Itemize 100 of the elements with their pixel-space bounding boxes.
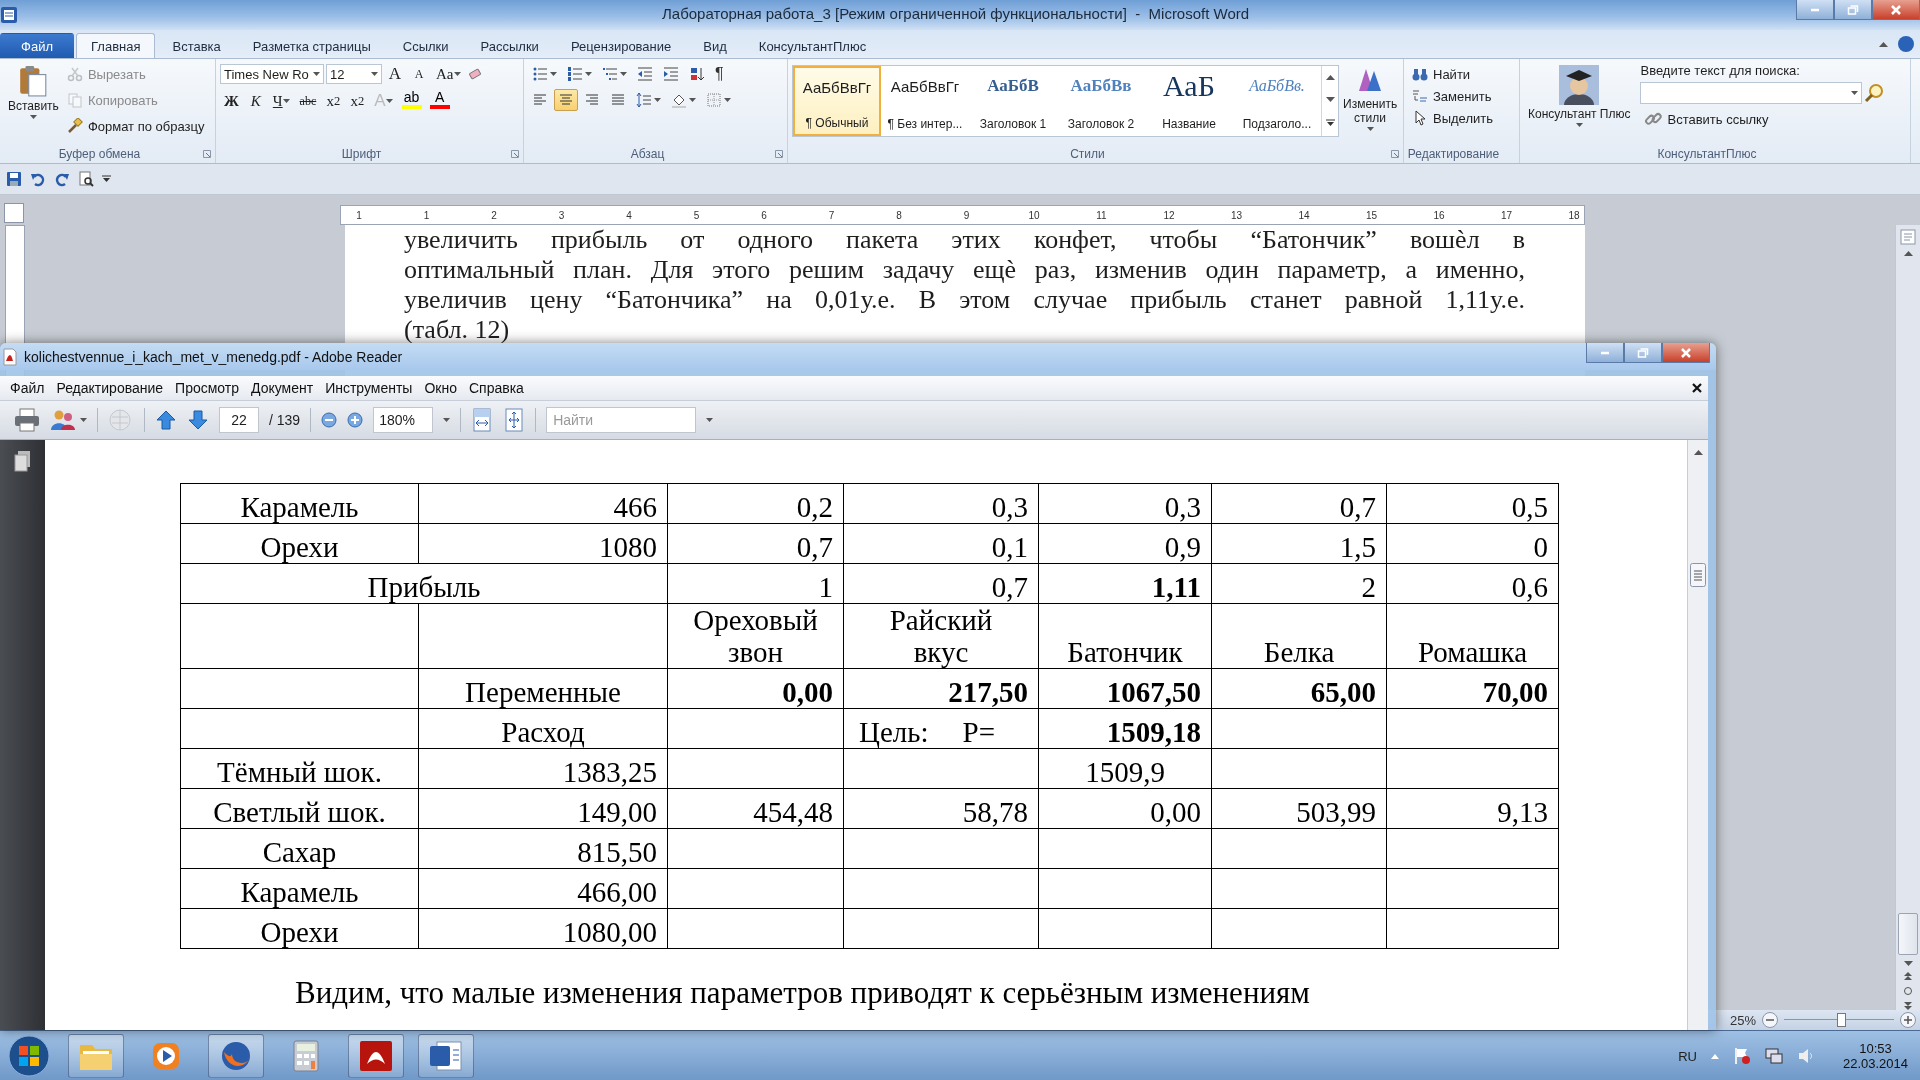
people-icon[interactable] (50, 408, 78, 432)
font-button[interactable]: A (408, 63, 430, 85)
format-button[interactable]: abc (295, 90, 321, 112)
consultant-button[interactable]: Консультант Плюс (1524, 63, 1635, 145)
browse-object-icon[interactable] (1903, 986, 1913, 996)
help-icon[interactable] (1898, 36, 1914, 52)
scroll-up-icon[interactable] (1325, 74, 1335, 80)
ribbon-tab[interactable]: Рецензирование (555, 33, 687, 58)
scroll-down-icon[interactable] (1325, 97, 1335, 102)
flag-icon[interactable] (1732, 1047, 1751, 1065)
scroll-thumb-icon[interactable] (1690, 563, 1706, 587)
document-icon[interactable] (0, 6, 18, 24)
font-button[interactable]: A (384, 63, 406, 85)
undo-icon[interactable] (30, 171, 46, 187)
restore-button[interactable] (1624, 343, 1662, 363)
scroll-up-icon[interactable] (1693, 450, 1703, 455)
dialog-launcher-icon[interactable] (775, 150, 783, 158)
paste-button[interactable]: Вставить (4, 63, 63, 145)
scroll-down-icon[interactable] (1903, 961, 1913, 966)
menu-item[interactable]: Инструменты (319, 380, 419, 396)
dialog-launcher-icon[interactable] (511, 150, 519, 158)
network-icon[interactable] (1764, 1047, 1783, 1065)
file-tab[interactable]: Файл (0, 33, 74, 58)
tab-selector[interactable] (4, 203, 24, 223)
zoom-in-button[interactable] (1900, 1012, 1916, 1028)
scrollbar[interactable] (1687, 440, 1708, 1030)
caret-icon[interactable] (706, 418, 714, 422)
style-item[interactable]: АаБбВвГг ¶ Без интер... (881, 66, 969, 136)
scroll-up-icon[interactable] (1879, 41, 1888, 47)
format-button[interactable]: К (244, 90, 267, 112)
caret-icon[interactable] (102, 175, 111, 183)
clipboard-button[interactable]: Формат по образцу (62, 115, 209, 137)
close-icon[interactable] (1692, 383, 1702, 393)
font-color-button[interactable]: A (426, 89, 453, 113)
menu-item[interactable]: Окно (418, 380, 463, 396)
slider-thumb[interactable] (1837, 1013, 1847, 1027)
minimize-button[interactable] (1796, 0, 1834, 20)
ribbon-tab[interactable]: КонсультантПлюс (743, 33, 882, 58)
taskbar-app[interactable] (68, 1034, 124, 1078)
scroll-thumb[interactable] (1898, 913, 1918, 955)
menu-item[interactable]: Справка (462, 380, 530, 396)
insert-link-button[interactable]: Вставить ссылку (1640, 108, 1885, 130)
ribbon-tab[interactable]: Разметка страницы (237, 33, 386, 58)
format-button[interactable]: Ж (220, 90, 243, 112)
font-button[interactable]: Aa (432, 63, 465, 85)
find-field[interactable]: Найти (546, 407, 697, 433)
menu-item[interactable]: Документ (245, 380, 320, 396)
ribbon-tab[interactable]: Главная (76, 33, 156, 58)
zoom-out-button[interactable] (1762, 1012, 1778, 1028)
dialog-launcher-icon[interactable] (1391, 150, 1399, 158)
show-marks-button[interactable]: ¶ (711, 65, 728, 83)
close-button[interactable] (1872, 0, 1920, 20)
editing-button[interactable]: Найти (1408, 63, 1497, 85)
fit-page-icon[interactable] (503, 408, 526, 432)
close-button[interactable] (1662, 343, 1710, 363)
font-name-field[interactable]: Times New Ro (220, 64, 324, 84)
arrow-down-icon[interactable] (187, 409, 209, 431)
minimize-button[interactable] (1586, 343, 1624, 363)
taskbar-app[interactable] (348, 1034, 404, 1078)
font-size-field[interactable]: 12 (326, 64, 382, 84)
style-item[interactable]: АаБбВв. Подзаголо... (1233, 66, 1321, 136)
ribbon-tab[interactable]: Ссылки (387, 33, 464, 58)
scroll-up-icon[interactable] (1903, 251, 1913, 256)
ribbon-tab[interactable]: Вид (688, 33, 742, 58)
search-icon[interactable] (1864, 83, 1885, 103)
editing-button[interactable]: Выделить (1408, 107, 1497, 129)
menu-item[interactable]: Редактирование (50, 380, 170, 396)
save-icon[interactable] (6, 171, 22, 187)
editing-button[interactable]: Заменить (1408, 85, 1497, 107)
clock-date[interactable]: 22.03.2014 (1842, 1056, 1908, 1071)
style-item[interactable]: АаБбВвГг ¶ Обычный (793, 66, 881, 136)
previous-page-icon[interactable] (1903, 972, 1913, 980)
change-styles-button[interactable]: Изменить стили (1339, 63, 1402, 145)
fit-width-icon[interactable] (471, 408, 494, 432)
taskbar-app[interactable] (418, 1034, 474, 1078)
menu-item[interactable]: Файл (4, 380, 51, 396)
redo-icon[interactable] (54, 171, 70, 187)
caret-icon[interactable] (1325, 119, 1335, 128)
restore-button[interactable] (1834, 0, 1872, 20)
zoom-out-icon[interactable] (321, 412, 338, 428)
zoom-slider[interactable] (1784, 1012, 1894, 1028)
ruler-toggle-icon[interactable] (1900, 229, 1916, 245)
page-number-field[interactable]: 22 (219, 407, 259, 433)
search-field[interactable] (1640, 82, 1863, 104)
taskbar-app[interactable] (208, 1034, 264, 1078)
printer-icon[interactable] (14, 408, 40, 432)
highlight-button[interactable]: ab (398, 89, 425, 113)
scrollbar[interactable] (1895, 225, 1920, 1010)
style-item[interactable]: АаБбВв Заголовок 2 (1057, 66, 1145, 136)
arrow-up-icon[interactable] (155, 409, 177, 431)
style-item[interactable]: АаБбВ Заголовок 1 (969, 66, 1057, 136)
align-button[interactable] (554, 89, 578, 111)
menu-item[interactable]: Просмотр (169, 380, 245, 396)
print-preview-icon[interactable] (78, 171, 94, 187)
style-item[interactable]: АаБ Название (1145, 66, 1233, 136)
caret-icon[interactable] (80, 418, 87, 422)
clock-time[interactable]: 10:53 (1859, 1041, 1892, 1056)
ribbon-tab[interactable]: Вставка (157, 33, 236, 58)
ribbon-tab[interactable]: Рассылки (465, 33, 554, 58)
language-indicator[interactable]: RU (1678, 1048, 1697, 1064)
